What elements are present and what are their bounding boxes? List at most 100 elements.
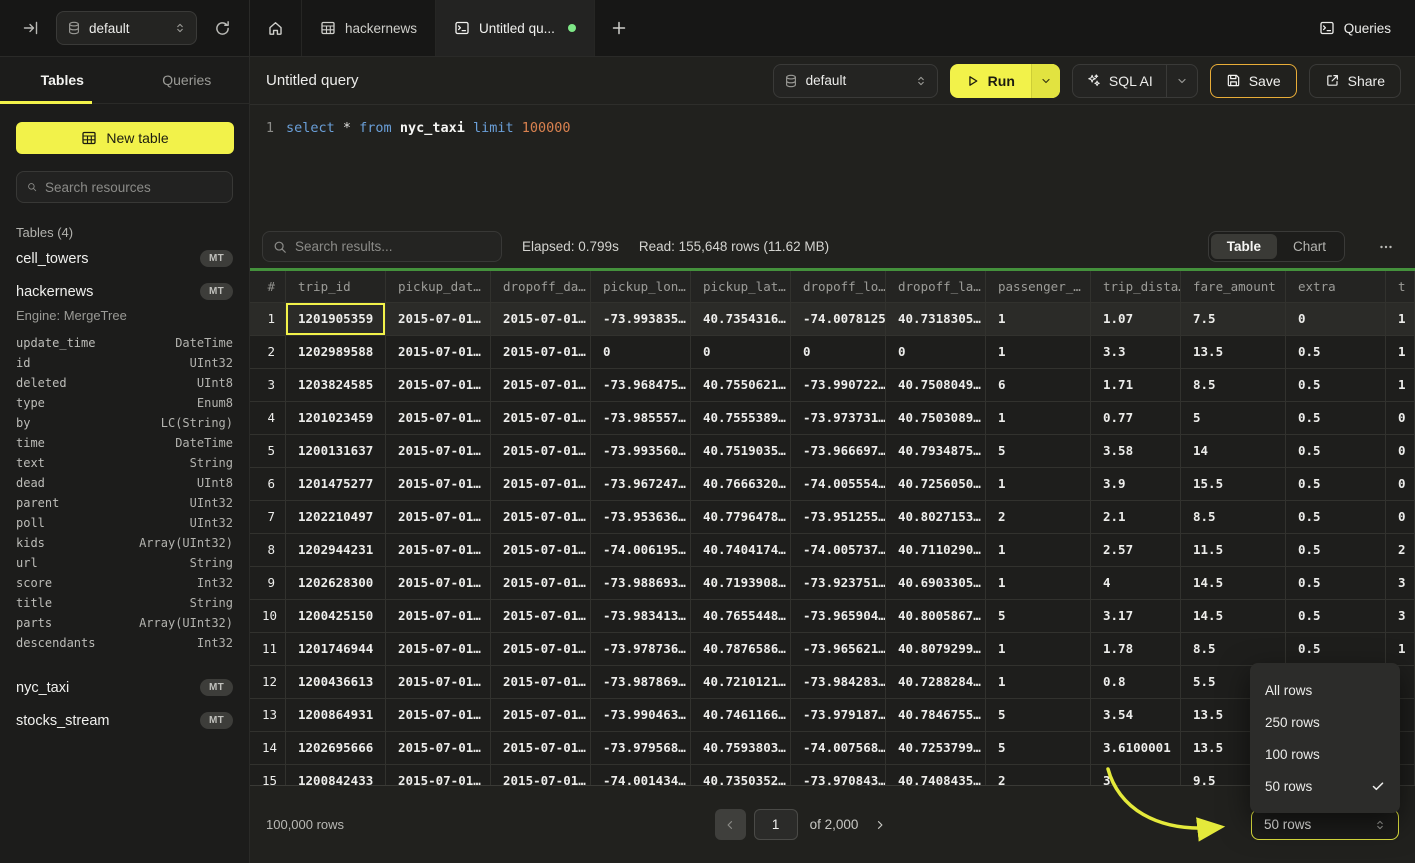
table-cell[interactable]: -74.0078125 <box>791 303 886 336</box>
table-cell[interactable]: 40.8027153… <box>886 501 986 534</box>
table-cell[interactable]: 1203824585 <box>286 369 386 402</box>
table-cell[interactable]: 1200842433 <box>286 765 386 785</box>
table-cell[interactable]: 2 <box>1386 534 1415 567</box>
table-cell[interactable]: 40.7555389… <box>691 402 791 435</box>
table-cell[interactable]: 1.07 <box>1091 303 1181 336</box>
table-cell[interactable]: 0.5 <box>1286 468 1386 501</box>
table-cell[interactable]: 13.5 <box>1181 336 1286 369</box>
table-cell[interactable]: -73.966697… <box>791 435 886 468</box>
table-cell[interactable]: 0 <box>791 336 886 369</box>
table-cell[interactable]: -73.988693… <box>591 567 691 600</box>
table-cell[interactable]: 40.7461166… <box>691 699 791 732</box>
table-cell[interactable]: 1 <box>986 666 1091 699</box>
table-cell[interactable]: -73.993835… <box>591 303 691 336</box>
table-cell[interactable]: 0.77 <box>1091 402 1181 435</box>
next-page-button[interactable] <box>870 815 890 835</box>
column-header-trip_dista[interactable]: trip_dista… <box>1091 271 1181 303</box>
table-cell[interactable]: 1200131637 <box>286 435 386 468</box>
table-cell[interactable]: -74.006195… <box>591 534 691 567</box>
menu-item-50-rows[interactable]: 50 rows <box>1250 770 1400 802</box>
table-cell[interactable]: 1 <box>986 402 1091 435</box>
table-cell[interactable]: 40.7318305… <box>886 303 986 336</box>
table-row[interactable]: 1112017469442015-07-01…2015-07-01…-73.97… <box>250 633 1415 666</box>
results-more-button[interactable] <box>1371 232 1401 262</box>
table-cell[interactable]: 1 <box>986 567 1091 600</box>
table-cell[interactable]: 0.5 <box>1286 402 1386 435</box>
save-button[interactable]: Save <box>1210 64 1297 98</box>
table-row[interactable]: 1012004251502015-07-01…2015-07-01…-73.98… <box>250 600 1415 633</box>
view-tab-chart[interactable]: Chart <box>1277 234 1342 259</box>
table-cell[interactable]: 40.7253799… <box>886 732 986 765</box>
table-cell[interactable]: 3 <box>1386 600 1415 633</box>
results-search-input[interactable] <box>295 239 491 254</box>
table-cell[interactable]: 5 <box>986 732 1091 765</box>
column-header-fare_amount[interactable]: fare_amount <box>1181 271 1286 303</box>
table-cell[interactable]: 1201905359 <box>286 303 386 336</box>
table-cell[interactable]: 2015-07-01… <box>386 369 491 402</box>
table-cell[interactable]: 15.5 <box>1181 468 1286 501</box>
table-cell[interactable]: 40.7508049… <box>886 369 986 402</box>
table-cell[interactable]: 0.5 <box>1286 369 1386 402</box>
sidebar-item-hackernews[interactable]: hackernews MT <box>0 275 249 308</box>
table-cell[interactable]: 1.71 <box>1091 369 1181 402</box>
table-cell[interactable]: 2015-07-01… <box>491 765 591 785</box>
table-cell[interactable]: 2015-07-01… <box>386 666 491 699</box>
table-cell[interactable]: -74.007568… <box>791 732 886 765</box>
table-cell[interactable]: 3.6100001 <box>1091 732 1181 765</box>
table-cell[interactable]: 40.7934875… <box>886 435 986 468</box>
table-cell[interactable]: -73.985557… <box>591 402 691 435</box>
table-cell[interactable]: 2015-07-01… <box>491 336 591 369</box>
table-cell[interactable]: -73.979568… <box>591 732 691 765</box>
tab-hackernews[interactable]: hackernews <box>302 0 436 56</box>
sql-ai-options-button[interactable] <box>1166 65 1197 97</box>
collapse-sidebar-button[interactable] <box>16 13 46 43</box>
table-cell[interactable]: 2015-07-01… <box>386 600 491 633</box>
table-row[interactable]: 812029442312015-07-01…2015-07-01…-74.006… <box>250 534 1415 567</box>
table-cell[interactable]: 2015-07-01… <box>491 666 591 699</box>
database-selector[interactable]: default <box>56 11 197 45</box>
table-cell[interactable]: 2015-07-01… <box>491 534 591 567</box>
table-cell[interactable]: 2.57 <box>1091 534 1181 567</box>
table-cell[interactable]: 2015-07-01… <box>491 633 591 666</box>
table-cell[interactable]: 1 <box>986 534 1091 567</box>
table-cell[interactable]: 1202695666 <box>286 732 386 765</box>
table-cell[interactable]: -74.005737… <box>791 534 886 567</box>
column-header-t[interactable]: t <box>1386 271 1415 303</box>
table-cell[interactable]: 40.7503089… <box>886 402 986 435</box>
table-cell[interactable]: 2 <box>986 501 1091 534</box>
table-row[interactable]: 212029895882015-07-01…2015-07-01…000013.… <box>250 336 1415 369</box>
table-cell[interactable]: 6 <box>986 369 1091 402</box>
table-cell[interactable]: 40.7846755… <box>886 699 986 732</box>
table-cell[interactable]: 0 <box>1286 303 1386 336</box>
column-header-rownum[interactable]: # <box>250 271 286 303</box>
table-cell[interactable]: 2015-07-01… <box>491 468 591 501</box>
table-cell[interactable]: 40.7519035… <box>691 435 791 468</box>
table-row[interactable]: 1512008424332015-07-01…2015-07-01…-74.00… <box>250 765 1415 785</box>
table-cell[interactable]: -73.979187… <box>791 699 886 732</box>
table-cell[interactable]: 40.7193908… <box>691 567 791 600</box>
table-cell[interactable]: 1 <box>986 303 1091 336</box>
column-header-passenger_[interactable]: passenger_… <box>986 271 1091 303</box>
table-cell[interactable]: -73.990463… <box>591 699 691 732</box>
table-cell[interactable]: 2015-07-01… <box>386 534 491 567</box>
table-cell[interactable]: 1 <box>1386 633 1415 666</box>
table-cell[interactable]: 11.5 <box>1181 534 1286 567</box>
table-cell[interactable]: 40.8079299… <box>886 633 986 666</box>
table-cell[interactable]: 2015-07-01… <box>386 336 491 369</box>
column-header-trip_id[interactable]: trip_id <box>286 271 386 303</box>
table-cell[interactable]: 4 <box>1091 567 1181 600</box>
table-cell[interactable]: 2015-07-01… <box>491 369 591 402</box>
table-cell[interactable]: 3.17 <box>1091 600 1181 633</box>
column-header-pickup_lat[interactable]: pickup_lat… <box>691 271 791 303</box>
table-cell[interactable]: 2015-07-01… <box>386 402 491 435</box>
column-header-dropoff_da[interactable]: dropoff_da… <box>491 271 591 303</box>
table-cell[interactable]: 1200425150 <box>286 600 386 633</box>
menu-item-250-rows[interactable]: 250 rows <box>1250 706 1400 738</box>
column-header-pickup_dat[interactable]: pickup_dat… <box>386 271 491 303</box>
table-cell[interactable]: 1 <box>986 468 1091 501</box>
table-cell[interactable]: -73.987869… <box>591 666 691 699</box>
table-cell[interactable]: 1.78 <box>1091 633 1181 666</box>
table-cell[interactable]: 2015-07-01… <box>386 732 491 765</box>
table-cell[interactable]: 2015-07-01… <box>491 501 591 534</box>
page-size-select[interactable]: 50 rows <box>1251 809 1399 840</box>
